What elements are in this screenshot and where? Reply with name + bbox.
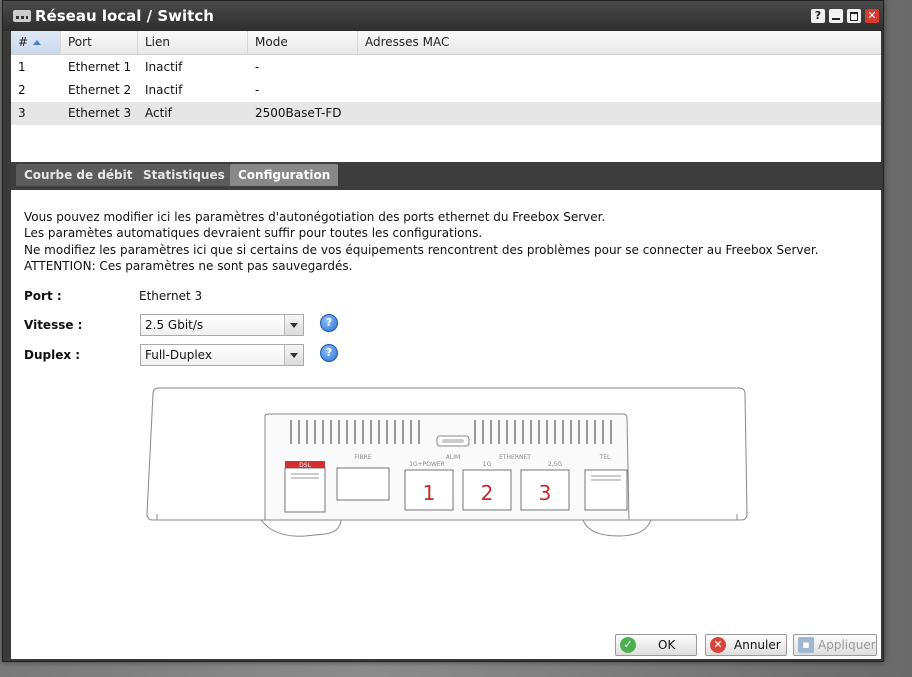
- window-title: Réseau local / Switch: [35, 7, 214, 25]
- ok-button[interactable]: ✓ OK: [615, 634, 697, 656]
- label-ethernet: ETHERNET: [499, 454, 531, 461]
- column-header-mac[interactable]: Adresses MAC: [358, 31, 881, 54]
- help-button[interactable]: ?: [811, 9, 825, 23]
- speed-select-value: 2.5 Gbit/s: [145, 318, 204, 332]
- cancel-button-label: Annuler: [734, 638, 781, 652]
- ok-button-label: OK: [658, 638, 676, 652]
- speed-select[interactable]: 2.5 Gbit/s: [140, 314, 304, 336]
- port-number-1: 1: [423, 481, 436, 505]
- duplex-help-icon[interactable]: ?: [320, 344, 338, 362]
- dialog-content: # Port Lien Mode Adresses MAC 1 Ethernet…: [11, 31, 881, 659]
- apply-button-label: Appliquer: [818, 638, 876, 652]
- config-description: Vous pouvez modifier ici les paramètres …: [24, 209, 819, 274]
- tab-bar: Courbe de débit Statistiques Configurati…: [11, 162, 881, 190]
- column-header-mode[interactable]: Mode: [248, 31, 358, 54]
- label-tel: TEL: [599, 454, 611, 461]
- column-header-lien[interactable]: Lien: [138, 31, 248, 54]
- cell-lien: Actif: [145, 106, 172, 120]
- cell-mode: 2500BaseT-FD: [255, 106, 342, 120]
- save-disk-icon: ▪: [798, 637, 814, 653]
- maximize-button[interactable]: [847, 9, 861, 23]
- duplex-label: Duplex :: [24, 348, 81, 362]
- sort-ascending-icon: [33, 40, 42, 45]
- cell-number: 3: [18, 106, 26, 120]
- column-header-number[interactable]: #: [11, 31, 61, 54]
- label-1g: 1G: [483, 461, 492, 468]
- network-switch-icon: [13, 10, 31, 22]
- chevron-down-icon[interactable]: [284, 345, 303, 365]
- description-line: Vous pouvez modifier ici les paramètres …: [24, 210, 606, 224]
- cell-port: Ethernet 2: [68, 83, 132, 97]
- tab-configuration[interactable]: Configuration: [230, 164, 339, 186]
- port-value: Ethernet 3: [139, 289, 203, 303]
- tab-statistiques[interactable]: Statistiques: [135, 164, 233, 186]
- table-row[interactable]: 1 Ethernet 1 Inactif -: [11, 56, 881, 79]
- title-bar[interactable]: Réseau local / Switch ? ✕: [3, 1, 883, 31]
- port-number-3: 3: [539, 481, 552, 505]
- switch-dialog: Réseau local / Switch ? ✕ # Port Lien Mo…: [2, 0, 884, 662]
- chevron-down-icon[interactable]: [284, 315, 303, 335]
- duplex-select-value: Full-Duplex: [145, 348, 212, 362]
- apply-button[interactable]: ▪ Appliquer: [793, 634, 877, 656]
- port-number-2: 2: [481, 481, 494, 505]
- cell-mode: -: [255, 60, 260, 74]
- description-line: ATTENTION: Ces paramètres ne sont pas sa…: [24, 258, 353, 273]
- checkmark-icon: ✓: [620, 637, 636, 653]
- close-button[interactable]: ✕: [865, 9, 879, 23]
- cancel-button[interactable]: ✕ Annuler: [705, 634, 787, 656]
- label-dsl: DSL: [299, 462, 311, 469]
- cancel-icon: ✕: [710, 637, 726, 653]
- tab-courbe-de-debit[interactable]: Courbe de débit: [16, 164, 141, 186]
- minimize-button[interactable]: [829, 9, 843, 23]
- speed-label: Vitesse :: [24, 318, 83, 332]
- cell-mode: -: [255, 83, 260, 97]
- port-label: Port :: [24, 289, 62, 303]
- freebox-rear-panel-illustration: DSL FIBRE ALIM ETHERNET 1G+POWER 1G 2,5G…: [146, 387, 748, 537]
- duplex-select[interactable]: Full-Duplex: [140, 344, 304, 366]
- cell-number: 1: [18, 60, 26, 74]
- description-line: Les paramètes automatiques devraient suf…: [24, 226, 483, 241]
- label-1g-power: 1G+POWER: [409, 461, 445, 468]
- cell-port: Ethernet 3: [68, 106, 132, 120]
- table-row-selected[interactable]: 3 Ethernet 3 Actif 2500BaseT-FD: [11, 102, 881, 125]
- description-line: Ne modifiez les paramètres ici que si ce…: [24, 242, 819, 257]
- cell-number: 2: [18, 83, 26, 97]
- label-2-5g: 2,5G: [548, 461, 563, 468]
- column-label: #: [18, 35, 29, 49]
- label-fibre: FIBRE: [354, 454, 372, 461]
- speed-help-icon[interactable]: ?: [320, 314, 338, 332]
- ports-table-header: # Port Lien Mode Adresses MAC: [11, 31, 881, 55]
- cell-lien: Inactif: [145, 60, 183, 74]
- cell-lien: Inactif: [145, 83, 183, 97]
- table-row[interactable]: 2 Ethernet 2 Inactif -: [11, 79, 881, 102]
- column-header-port[interactable]: Port: [61, 31, 138, 54]
- cell-port: Ethernet 1: [68, 60, 132, 74]
- label-alim: ALIM: [446, 454, 460, 461]
